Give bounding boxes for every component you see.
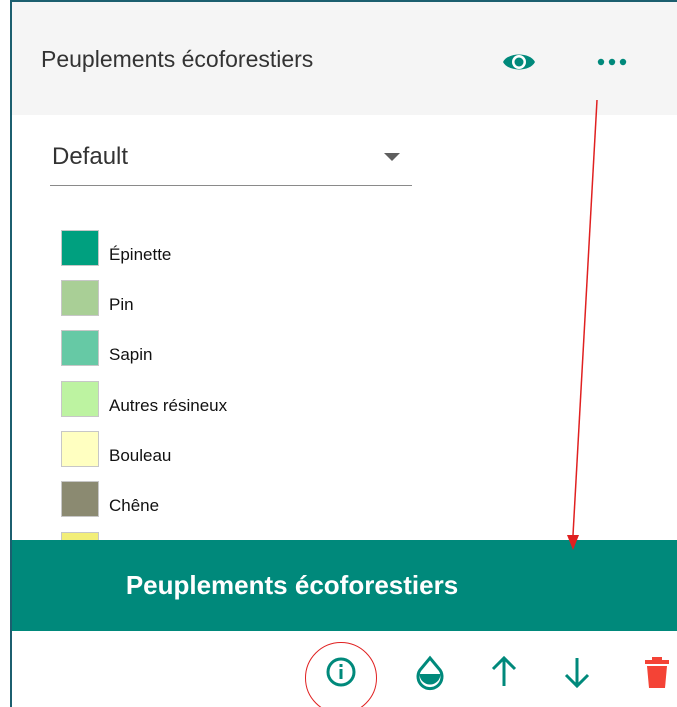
screenshot-frame: Peuplements écoforestiers Default Épinet… [0, 0, 677, 707]
style-select-value: Default [52, 143, 129, 170]
legend-item: Bouleau [61, 431, 461, 467]
layer-header: Peuplements écoforestiers [12, 2, 677, 115]
arrow-up-icon[interactable] [482, 650, 526, 694]
legend-label: Bouleau [109, 446, 172, 465]
style-select[interactable]: Default [50, 130, 412, 186]
legend-label: Sapin [109, 345, 153, 364]
trash-icon[interactable] [635, 650, 677, 694]
legend-swatch [61, 381, 99, 417]
info-icon-highlight-annotation [305, 642, 377, 707]
layer-tooltip-banner: Peuplements écoforestiers [12, 540, 677, 631]
legend-swatch [61, 230, 99, 266]
legend-item: Pin [61, 280, 461, 316]
opacity-icon[interactable] [408, 650, 452, 694]
legend-label: Chêne [109, 496, 160, 515]
banner-label: Peuplements écoforestiers [125, 570, 459, 600]
legend-item: Chêne [61, 481, 461, 517]
legend-label: Épinette [109, 245, 172, 264]
legend-label: Pin [109, 295, 134, 314]
chevron-down-icon [384, 153, 400, 161]
legend-label: Autres résineux [109, 396, 228, 415]
legend-swatch [61, 280, 99, 316]
legend-item: Autres résineux [61, 381, 461, 417]
layer-title: Peuplements écoforestiers [41, 46, 314, 72]
legend-item: Sapin [61, 330, 461, 366]
legend-swatch [61, 431, 99, 467]
eye-icon[interactable] [502, 49, 536, 75]
legend-swatch [61, 330, 99, 366]
legend-item: Épinette [61, 230, 461, 266]
legend-swatch [61, 481, 99, 517]
arrow-down-icon[interactable] [555, 650, 599, 694]
more-icon[interactable] [596, 54, 628, 70]
